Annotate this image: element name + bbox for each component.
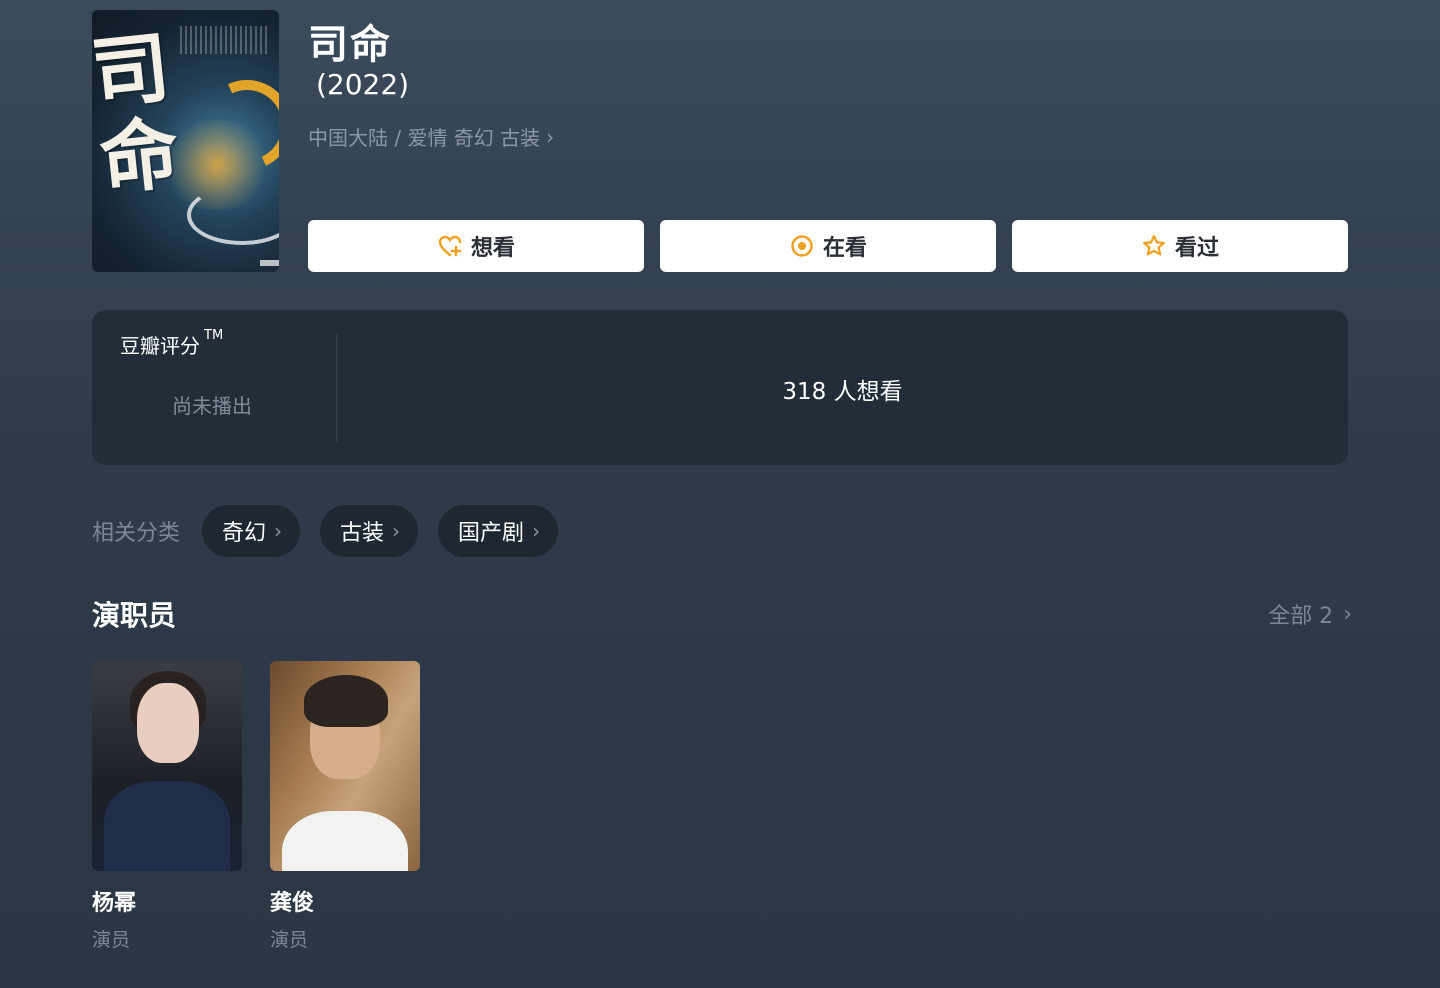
cast-name: 杨幂 (92, 891, 137, 916)
poster-calligraphy: 司命 (92, 22, 184, 207)
photo-hair (304, 675, 388, 727)
cast-role: 演员 (270, 929, 309, 951)
photo-body (282, 811, 408, 871)
movie-detail-page: 司命 司命 (2022) 中国大陆 / 爱情 奇幻 古装 › 想看 在看 看过 … (0, 0, 1440, 988)
star-outline-icon (1143, 234, 1165, 256)
poster-logo (260, 260, 279, 266)
page-title: 司命 (308, 22, 392, 68)
poster-swirl (187, 185, 279, 245)
cast-photo (270, 661, 420, 871)
watched-label: 看过 (1174, 236, 1219, 261)
cast-card[interactable]: 龚俊 演员 (270, 661, 420, 952)
related-label: 相关分类 (92, 521, 181, 546)
chevron-right-icon: › (532, 519, 541, 543)
cast-role: 演员 (92, 929, 131, 951)
want-to-watch-label: 想看 (470, 236, 515, 261)
watched-button[interactable]: 看过 (1012, 220, 1348, 272)
action-buttons: 想看 在看 看过 (308, 220, 1348, 272)
chevron-right-icon: › (1343, 601, 1352, 627)
watching-button[interactable]: 在看 (660, 220, 996, 272)
poster-fine-print (180, 26, 270, 54)
cast-view-all-label: 全部 2 (1268, 604, 1334, 629)
want-to-watch-button[interactable]: 想看 (308, 220, 644, 272)
poster-image[interactable]: 司命 (92, 10, 279, 272)
category-chip-label: 国产剧 (458, 521, 525, 546)
rating-status: 尚未播出 (172, 394, 252, 418)
cast-list: 杨幂 演员 龚俊 演员 (92, 661, 420, 952)
chevron-right-icon: › (392, 519, 401, 543)
trademark-mark: TM (204, 328, 224, 343)
watching-label: 在看 (822, 236, 867, 261)
target-circle-icon (791, 235, 813, 257)
show-meta-link[interactable]: 中国大陆 / 爱情 奇幻 古装 › (308, 122, 554, 151)
related-categories: 相关分类 奇幻 › 古装 › 国产剧 › (92, 505, 559, 557)
cast-view-all-link[interactable]: 全部 2 › (1268, 598, 1352, 630)
cast-name: 龚俊 (270, 891, 315, 916)
chevron-right-icon: › (546, 124, 555, 149)
rating-label: 豆瓣评分 TM (120, 328, 224, 359)
category-chip-domestic-drama[interactable]: 国产剧 › (438, 505, 559, 557)
rating-panel: 豆瓣评分 TM 尚未播出 318 人想看 (92, 310, 1348, 465)
cast-card[interactable]: 杨幂 演员 (92, 661, 242, 952)
photo-face (137, 683, 199, 763)
show-meta-text: 中国大陆 / 爱情 奇幻 古装 (308, 126, 541, 150)
category-chip-label: 奇幻 (222, 521, 267, 546)
heart-plus-icon (438, 235, 462, 257)
chevron-right-icon: › (274, 519, 283, 543)
cast-photo (92, 661, 242, 871)
category-chip-fantasy[interactable]: 奇幻 › (202, 505, 301, 557)
photo-body (104, 781, 230, 871)
category-chip-label: 古装 (340, 521, 385, 546)
wish-count: 318 人想看 (782, 379, 903, 405)
cast-section-title: 演职员 (92, 599, 177, 632)
release-year: (2022) (316, 68, 410, 101)
category-chip-costume[interactable]: 古装 › (320, 505, 419, 557)
rating-label-text: 豆瓣评分 (120, 334, 200, 358)
